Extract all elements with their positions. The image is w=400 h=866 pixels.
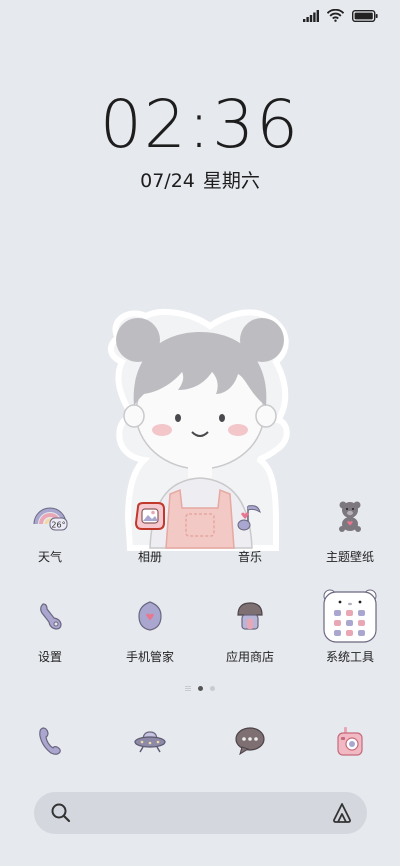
status-bar: [0, 0, 400, 32]
app-security[interactable]: 手机管家: [100, 596, 200, 665]
date-text: 07/24: [140, 170, 195, 192]
wifi-icon: [327, 9, 344, 22]
search-icon: [51, 803, 71, 823]
app-settings[interactable]: 设置: [0, 596, 100, 665]
app-label: 音乐: [237, 550, 262, 564]
app-label: 手机管家: [125, 650, 174, 664]
app-grid-row-1: 26° 天气 相册 音乐 主题壁纸: [0, 496, 400, 565]
app-weather[interactable]: 26° 天气: [0, 496, 100, 565]
camera-icon: [330, 721, 370, 761]
folder-icon: [322, 588, 378, 644]
wrench-icon: [30, 596, 70, 636]
dock-browser[interactable]: [100, 721, 200, 761]
status-icons: [303, 9, 378, 22]
app-label: 系统工具: [325, 650, 374, 664]
weather-rainbow-icon: 26°: [30, 496, 70, 536]
app-music[interactable]: 音乐: [200, 496, 300, 565]
app-label: 主题壁纸: [325, 550, 374, 564]
chat-bubble-icon: [230, 721, 270, 761]
page-indicator-dot-active: [198, 686, 203, 691]
app-label: 应用商店: [225, 650, 274, 664]
page-indicator-dot: [210, 686, 215, 691]
dock-messages[interactable]: [200, 721, 300, 761]
ufo-icon: [130, 721, 170, 761]
app-themes[interactable]: 主题壁纸: [300, 496, 400, 565]
security-shield-icon: [130, 596, 170, 636]
app-grid-row-2: 设置 手机管家 应用商店 系统工具: [0, 589, 400, 665]
battery-icon: [352, 9, 378, 22]
search-bar[interactable]: [34, 792, 367, 834]
gallery-icon: [130, 496, 170, 536]
app-gallery[interactable]: 相册: [100, 496, 200, 565]
dock-camera[interactable]: [300, 721, 400, 761]
app-store[interactable]: 应用商店: [200, 596, 300, 665]
music-note-icon: [230, 496, 270, 536]
teddy-bear-icon: [330, 496, 370, 536]
dock-phone[interactable]: [0, 721, 100, 761]
clock-date[interactable]: 07/24 星期六: [0, 166, 400, 193]
app-system-tools-folder[interactable]: 系统工具: [300, 589, 400, 665]
app-label: 设置: [37, 650, 62, 664]
signal-icon: [303, 9, 319, 22]
phone-icon: [30, 721, 70, 761]
weather-temp: 26°: [51, 521, 65, 530]
app-label: 天气: [37, 550, 62, 564]
dock: [0, 721, 400, 761]
ai-assistant-icon[interactable]: [331, 802, 353, 824]
page-indicator[interactable]: [0, 686, 400, 691]
clock-time[interactable]: 02:36: [0, 86, 400, 163]
weekday-text: 星期六: [202, 170, 260, 192]
page-indicator-minus-one: [185, 686, 191, 691]
app-label: 相册: [137, 550, 162, 564]
mushroom-store-icon: [230, 596, 270, 636]
